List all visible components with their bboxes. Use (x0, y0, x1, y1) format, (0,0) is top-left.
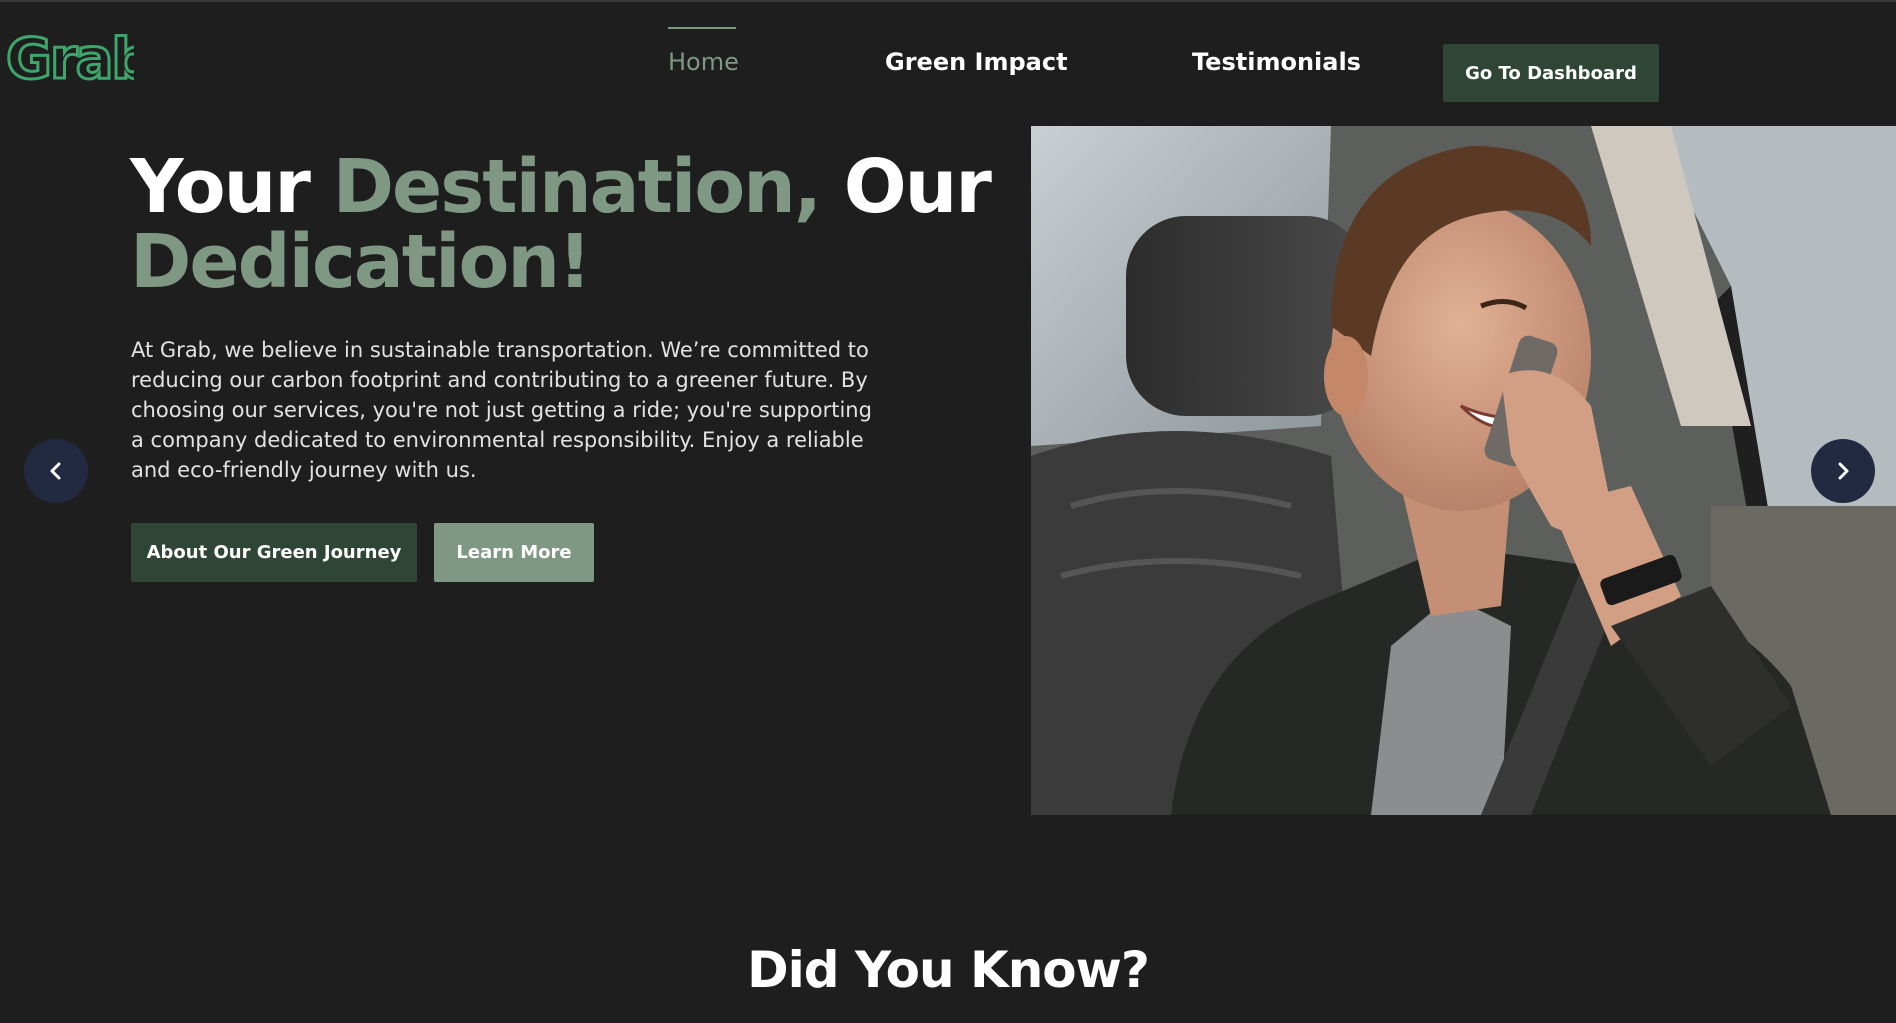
did-you-know-heading: Did You Know? (747, 941, 1150, 999)
hero-heading-part-4: Dedication! (130, 219, 592, 305)
go-to-dashboard-button[interactable]: Go To Dashboard (1443, 44, 1659, 102)
hero-heading: Your Destination, Our Dedication! (130, 150, 1030, 300)
about-green-journey-button[interactable]: About Our Green Journey (131, 523, 417, 582)
grab-logo[interactable]: Grab (5, 22, 153, 94)
carousel-prev-button[interactable] (24, 439, 88, 503)
carousel-next-button[interactable] (1811, 439, 1875, 503)
hero-heading-part-2: Destination, (332, 144, 822, 230)
nav-testimonials[interactable]: Testimonials (1192, 48, 1361, 76)
grab-logo-mark: Grab (5, 26, 153, 94)
nav-home[interactable]: Home (668, 48, 739, 76)
top-navigation: Grab Home Green Impact Testimonials Go T… (0, 0, 1896, 126)
man-on-phone-in-car-photo (1031, 126, 1896, 815)
nav-green-impact[interactable]: Green Impact (885, 48, 1068, 76)
chevron-right-icon (1838, 462, 1849, 480)
hero-photo (1031, 126, 1896, 815)
chevron-left-icon (50, 462, 61, 480)
hero-description: At Grab, we believe in sustainable trans… (131, 338, 872, 482)
learn-more-button[interactable]: Learn More (434, 523, 594, 582)
svg-text:Grab: Grab (6, 27, 134, 86)
active-nav-indicator (668, 27, 736, 29)
hero-heading-part-1: Your (130, 144, 333, 230)
hero-heading-part-3: Our (819, 144, 992, 230)
